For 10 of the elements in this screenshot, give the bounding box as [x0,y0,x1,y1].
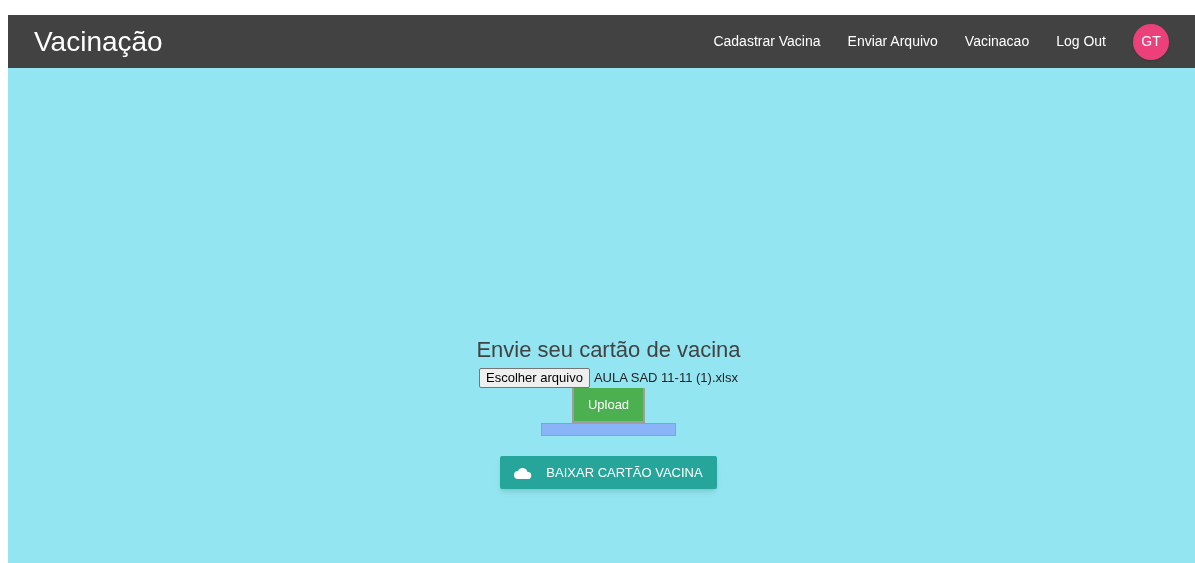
nav-link[interactable]: Cadastrar Vacina [713,31,821,52]
brand-logo[interactable]: Vacinação [34,20,163,63]
cloud-icon [514,466,533,479]
avatar[interactable]: GT [1133,23,1169,60]
nav-link[interactable]: Enviar Arquivo [847,31,938,52]
nav-link[interactable]: Vacinacao [964,31,1030,52]
file-name: AULA SAD 11-11 (1).xlsx [593,369,738,388]
choose-file-button[interactable]: Escolher arquivo [479,368,590,388]
nav-link[interactable]: Log Out [1056,31,1106,52]
upload-title: Envie seu cartão de vacina [476,337,741,363]
